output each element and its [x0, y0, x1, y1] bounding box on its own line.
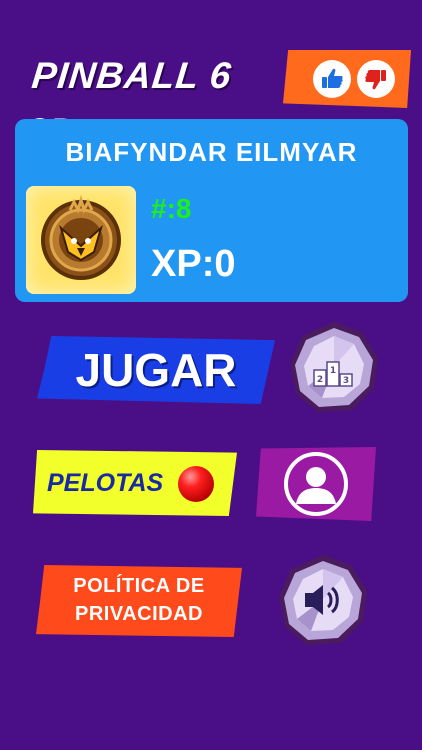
balls-button[interactable]: PELOTAS: [33, 450, 237, 516]
user-icon: [284, 452, 348, 516]
svg-text:3: 3: [343, 376, 349, 386]
svg-text:1: 1: [330, 366, 336, 376]
speaker-icon: [279, 555, 367, 645]
rating-badge: [283, 50, 411, 108]
thumbs-down-icon[interactable]: [357, 60, 395, 98]
sound-toggle-button[interactable]: [275, 553, 371, 649]
game-title: PINBALL 6 3D: [24, 55, 234, 152]
player-rank: #:8: [151, 193, 192, 224]
play-button[interactable]: JUGAR: [37, 336, 275, 404]
player-avatar[interactable]: [26, 186, 136, 294]
phoenix-emblem-icon: [41, 194, 121, 280]
privacy-policy-button[interactable]: POLÍTICA DE PRIVACIDAD: [36, 565, 242, 637]
privacy-label-line2: PRIVACIDAD: [75, 603, 203, 625]
privacy-label-line1: POLÍTICA DE: [73, 575, 205, 597]
podium-icon: 2 1 3: [290, 322, 378, 412]
player-name: BIAFYNDAR EILMYAR: [65, 137, 358, 167]
user-profile-button[interactable]: [256, 447, 376, 521]
red-ball-icon: [178, 466, 214, 502]
svg-text:2: 2: [317, 375, 323, 385]
player-xp: XP:0: [151, 243, 236, 285]
ranking-button[interactable]: 2 1 3: [286, 320, 382, 416]
thumbs-up-icon[interactable]: [313, 60, 351, 98]
play-button-label: JUGAR: [75, 344, 237, 396]
player-profile-card: BIAFYNDAR EILMYAR #:8 XP:0: [15, 119, 408, 302]
balls-button-label: PELOTAS: [47, 469, 164, 497]
